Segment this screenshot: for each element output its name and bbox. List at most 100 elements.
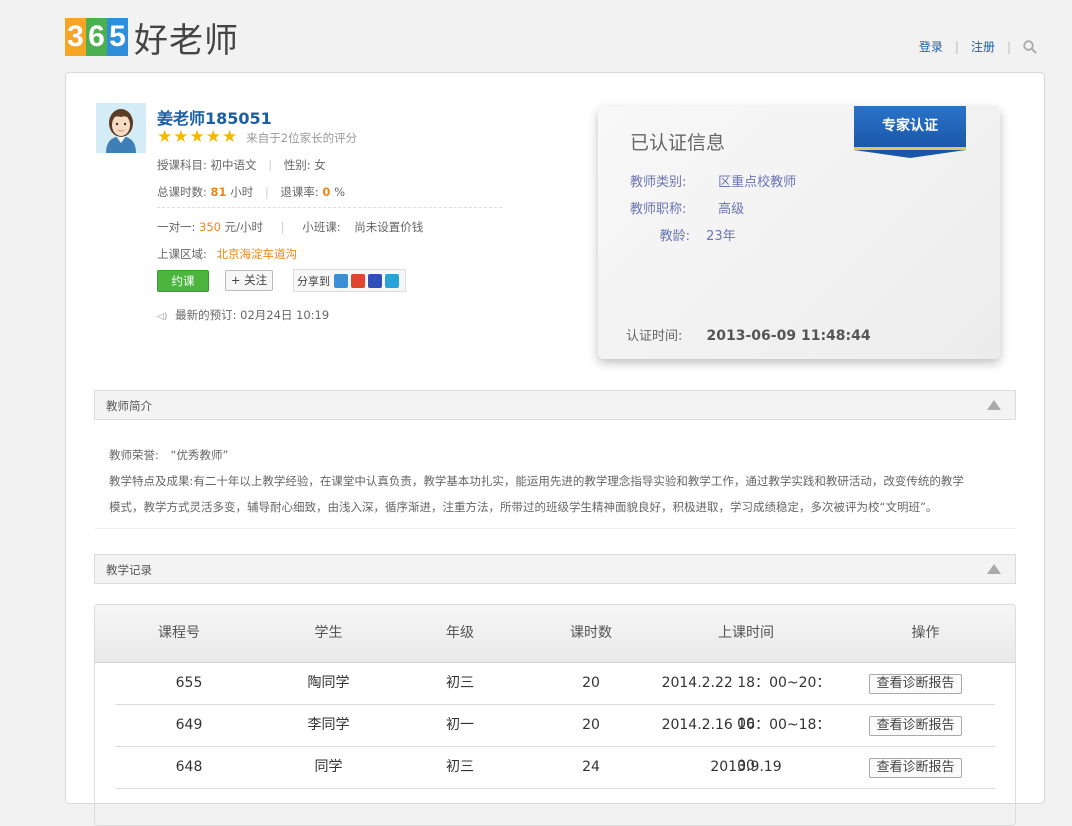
one-on-one-price: 350 (199, 220, 221, 234)
tqq-share-icon[interactable] (385, 273, 399, 288)
certification-panel: 已认证信息 专家认证 教师类别: 区重点校教师 教师职称: 高级 教龄: 23年… (598, 106, 1000, 359)
cell-course-id: 655 (175, 675, 203, 691)
intro-divider (94, 528, 1016, 529)
hours-unit: 小时 (230, 185, 254, 199)
cell-time: 2013.9.19 (710, 759, 782, 775)
area-value: 北京海淀车道沟 (216, 247, 298, 261)
qzone-share-icon[interactable] (334, 273, 348, 288)
honor-line: 教师荣誉: “优秀教师” (109, 442, 1014, 468)
hours-label: 总课时数: (157, 185, 207, 199)
star-icon: ★ (173, 127, 189, 147)
hours-value: 81 (210, 185, 227, 199)
one-on-one-label: 一对一: (157, 220, 196, 234)
col-grade: 年级 (446, 625, 474, 641)
cert-category-label: 教师类别: (630, 175, 687, 190)
star-icon: ★ (157, 127, 173, 147)
dashed-divider (157, 207, 502, 208)
intro-section-title: 教师简介 (106, 399, 152, 413)
intro-section-header[interactable]: 教师简介 (94, 390, 1016, 420)
follow-button[interactable]: + 关注 (225, 270, 273, 291)
cert-category-value: 区重点校教师 (718, 175, 797, 190)
cert-years-label: 教龄: (659, 229, 690, 244)
features-label: 教学特点及成果: (109, 474, 194, 488)
table-header: 课程号 学生 年级 课时数 上课时间 操作 (95, 605, 1015, 663)
star-icon: ★ (222, 127, 238, 147)
table-row: 648 同学 初三 24 2013.9.19 查看诊断报告 (115, 747, 995, 789)
view-report-button[interactable]: 查看诊断报告 (869, 716, 962, 736)
cell-time: 2014.2.16 16：00~18：00 (661, 717, 831, 774)
refund-unit: % (334, 185, 346, 199)
nav-separator: | (954, 39, 959, 54)
latest-booking: ◁) 最新的预订: 02月24日 10:19 (157, 307, 329, 323)
baidu-share-icon[interactable] (368, 273, 382, 288)
cert-time-label: 认证时间: (626, 329, 683, 344)
nav-separator: | (1006, 39, 1011, 54)
features-text-2: 模式，教学方式灵活多变，辅导耐心细致，由浅入深，循序渐进，注重方法，所带过的班级… (109, 500, 938, 514)
cert-time-row: 认证时间: 2013-06-09 11:48:44 (626, 325, 871, 344)
book-class-button[interactable]: 约课 (157, 270, 209, 292)
records-section-header[interactable]: 教学记录 (94, 554, 1016, 584)
refund-value: 0 (322, 185, 331, 199)
honor-value: “优秀教师” (170, 448, 229, 462)
site-logo[interactable]: 3 6 5 好老师 (65, 17, 239, 61)
login-link[interactable]: 登录 (919, 38, 943, 55)
logo-digit-6: 6 (86, 18, 107, 56)
teacher-profile-card: 姜老师185051 ★ ★ ★ ★ ★ 来自于2位家长的评分 授课科目: 初中语… (65, 72, 1045, 826)
logo-brand-text: 好老师 (134, 20, 239, 61)
badge-tail (854, 150, 966, 158)
records-section-title: 教学记录 (106, 563, 152, 577)
cell-grade: 初三 (446, 675, 474, 691)
cell-action: 查看诊断报告 (836, 705, 995, 746)
row-separator: | (264, 185, 269, 199)
row-separator: | (280, 220, 285, 234)
col-time: 上课时间 (718, 625, 774, 641)
hours-row: 总课时数: 81 小时 | 退课率: 0 % (157, 184, 345, 200)
small-class-label: 小班课: (302, 220, 341, 234)
row-separator: | (268, 158, 273, 172)
cell-student: 陶同学 (307, 675, 350, 691)
cert-rank-row: 教师职称: 高级 (630, 198, 744, 217)
search-icon[interactable] (1023, 40, 1037, 54)
cell-action: 查看诊断报告 (836, 663, 995, 704)
view-report-button[interactable]: 查看诊断报告 (869, 674, 962, 694)
cell-action: 查看诊断报告 (836, 747, 995, 788)
subject-label: 授课科目: (157, 158, 207, 172)
cell-course-id: 648 (175, 759, 203, 775)
collapse-arrow-icon[interactable] (987, 400, 1001, 410)
latest-value: 02月24日 10:19 (240, 308, 330, 322)
logo-digit-3: 3 (65, 18, 86, 56)
speaker-icon: ◁) (157, 312, 168, 322)
col-student: 学生 (314, 625, 343, 641)
teacher-avatar (96, 103, 146, 153)
weibo-share-icon[interactable] (351, 273, 365, 288)
teacher-name: 姜老师185051 (157, 109, 272, 128)
cell-grade: 初三 (446, 759, 474, 775)
subject-row: 授课科目: 初中语文 | 性别: 女 (157, 157, 326, 173)
star-icon: ★ (205, 127, 221, 147)
cert-years-row: 教龄: 23年 (630, 225, 736, 244)
features-line: 教学特点及成果:有二十年以上教学经验，在课堂中认真负责，教学基本功扎实，能运用先… (109, 468, 1014, 494)
price-row: 一对一: 350 元/小时 | 小班课: 尚未设置价钱 (157, 219, 423, 235)
area-row: 上课区域: 北京海淀车道沟 (157, 246, 297, 262)
view-report-button[interactable]: 查看诊断报告 (869, 758, 962, 778)
records-table: 课程号 学生 年级 课时数 上课时间 操作 655 陶同学 初三 20 2014… (94, 604, 1016, 826)
col-hours: 课时数 (570, 625, 612, 641)
logo-digit-5: 5 (107, 18, 128, 56)
cell-time: 2014.2.22 18：00~20：00 (661, 675, 831, 732)
register-link[interactable]: 注册 (971, 38, 995, 55)
cell-student: 李同学 (307, 717, 350, 733)
rating-text: 来自于2位家长的评分 (246, 130, 358, 145)
table-row: 655 陶同学 初三 20 2014.2.22 18：00~20：00 查看诊断… (115, 663, 995, 732)
top-nav: 登录 | 注册 | (919, 38, 1037, 55)
star-icon: ★ (189, 127, 205, 147)
cert-category-row: 教师类别: 区重点校教师 (630, 171, 796, 190)
gender-label: 性别: (283, 158, 311, 172)
share-bar: 分享到 (293, 269, 406, 292)
refund-label: 退课率: (280, 185, 319, 199)
col-action: 操作 (911, 625, 940, 641)
small-class-value: 尚未设置价钱 (354, 220, 424, 234)
cell-hours: 20 (582, 717, 600, 733)
collapse-arrow-icon[interactable] (987, 564, 1001, 574)
honor-label: 教师荣誉: (109, 448, 159, 462)
cert-rank-label: 教师职称: (630, 202, 687, 217)
